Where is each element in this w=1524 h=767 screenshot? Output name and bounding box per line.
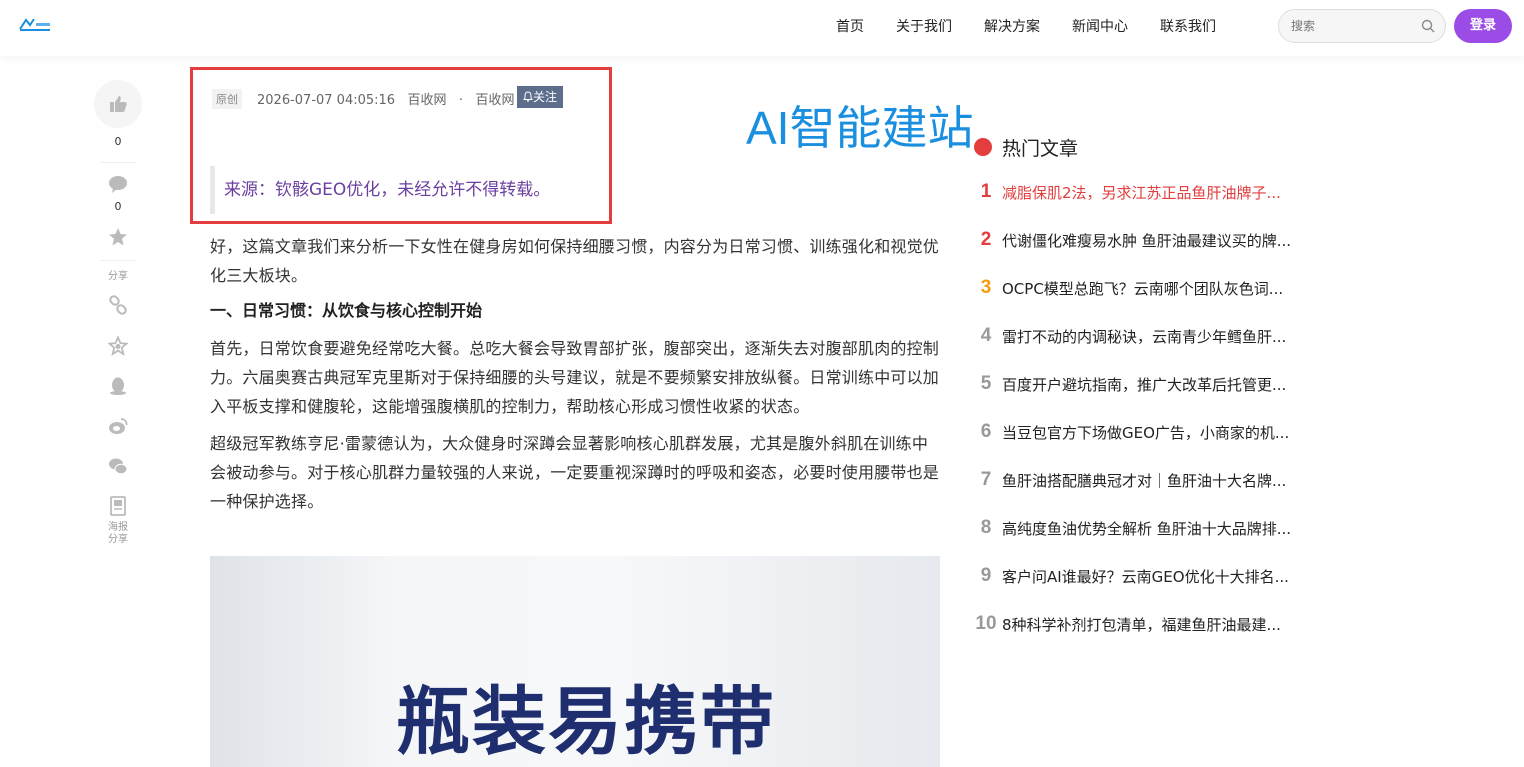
share-label: 分享 [108,271,128,282]
publish-datetime: 2026-07-07 04:05:16 [257,93,396,108]
link-icon[interactable] [108,295,128,315]
hot-item-title: 百度开户避坑指南，推广大改革后托管更... [1002,375,1287,394]
hot-item[interactable]: 3 OCPC模型总跑飞？云南哪个团队灰色词... [970,276,1340,300]
site-name[interactable]: 百收网 [475,93,514,108]
hot-articles-title: 热门文章 [1002,137,1079,160]
paragraph: 首先，日常饮食要避免经常吃大餐。总吃大餐会导致胃部扩张，腹部突出，逐渐失去对腹部… [210,339,940,416]
hot-item-title: 8种科学补剂打包清单，福建鱼肝油最建... [1002,615,1281,634]
hot-item-title: 鱼肝油搭配膳典冠才对｜鱼肝油十大名牌... [1002,471,1287,490]
section-heading: 一、日常习惯：从饮食与核心控制开始 [210,301,483,320]
search-input[interactable] [1291,17,1411,35]
nav-news[interactable]: 新闻中心 [1072,16,1128,36]
like-button[interactable] [94,80,142,128]
hot-item[interactable]: 4 雷打不动的内调秘诀，云南青少年鳕鱼肝... [970,324,1340,348]
hot-item-title: 当豆包官方下场做GEO广告，小商家的机... [1002,423,1290,442]
hot-item[interactable]: 9 客户问AI谁最好？云南GEO优化十大排名... [970,564,1340,588]
hot-item-title: 高纯度鱼油优势全解析 鱼肝油十大品牌排... [1002,519,1292,538]
image-caption-text: 瓶装易携带 [396,679,776,765]
hot-item-title: 减脂保肌2法，另求江苏正品鱼肝油牌子... [1002,183,1281,202]
original-tag: 原创 [212,89,242,109]
weibo-icon[interactable] [108,416,128,436]
qq-icon[interactable] [108,376,128,396]
hot-item[interactable]: 5 百度开户避坑指南，推广大改革后托管更... [970,372,1340,396]
rank-number: 4 [980,325,992,346]
search-box [1278,9,1446,43]
rank-number: 8 [980,517,992,538]
hot-item-title: 代谢僵化难瘦易水肿 鱼肝油最建议买的牌... [1002,231,1292,250]
poster-share-label-2: 分享 [108,534,128,545]
meta-separator: · [458,93,464,108]
poster-share-label-1: 海报 [108,522,128,533]
rank-number: 6 [980,421,992,442]
nav-about[interactable]: 关于我们 [896,16,952,36]
login-button[interactable]: 登录 [1454,9,1512,43]
article-body: 好，这篇文章我们来分析一下女性在健身房如何保持细腰习惯，内容分为日常习惯、训练强… [210,232,942,524]
rank-number: 10 [975,613,997,634]
rank-number: 1 [980,181,992,202]
comment-icon[interactable] [108,174,128,194]
hot-item[interactable]: 6 当豆包官方下场做GEO广告，小商家的机... [970,420,1340,444]
hot-item[interactable]: 7 鱼肝油搭配膳典冠才对｜鱼肝油十大名牌... [970,468,1340,492]
like-count: 0 [114,135,122,148]
hot-item[interactable]: 8 高纯度鱼油优势全解析 鱼肝油十大品牌排... [970,516,1340,540]
hot-item[interactable]: 1 减脂保肌2法，另求江苏正品鱼肝油牌子... [970,180,1340,204]
nav-contact[interactable]: 联系我们 [1160,16,1216,36]
rank-number: 7 [980,469,992,490]
bell-icon [523,91,533,102]
main-nav: 首页 关于我们 解决方案 新闻中心 联系我们 [836,0,1248,52]
hot-item-title: OCPC模型总跑飞？云南哪个团队灰色词... [1002,279,1284,298]
star-icon[interactable] [108,227,128,247]
thumbs-up-icon [110,96,127,112]
divider [100,162,136,163]
source-notice: 来源：钦骸GEO优化，未经允许不得转载。 [210,166,550,214]
site-logo-icon[interactable] [18,17,52,33]
author-name[interactable]: 百收网 [407,93,446,108]
rank-number: 5 [980,373,992,394]
rank-number: 9 [980,565,992,586]
article-meta: 2026-07-07 04:05:16 百收网 · 百收网 [257,89,514,108]
nav-solutions[interactable]: 解决方案 [984,16,1040,36]
hot-articles-header: 热门文章 [974,132,1078,162]
comment-count: 0 [114,200,122,213]
divider [100,260,136,261]
poster-icon[interactable] [108,496,128,516]
site-header: 首页 关于我们 解决方案 新闻中心 联系我们 登录 [0,0,1524,56]
rank-number: 2 [980,229,992,250]
paragraph: 好，这篇文章我们来分析一下女性在健身房如何保持细腰习惯，内容分为日常习惯、训练强… [210,237,940,285]
article-meta-highlight: 原创 2026-07-07 04:05:16 百收网 · 百收网 关注 来源：钦… [190,67,612,224]
follow-button[interactable]: 关注 [517,86,564,108]
hot-item-title: 客户问AI谁最好？云南GEO优化十大排名... [1002,567,1289,586]
hot-item[interactable]: 2 代谢僵化难瘦易水肿 鱼肝油最建议买的牌... [970,228,1340,252]
watermark-text: AI智能建站 [746,102,974,154]
article-image: 瓶装易携带 [210,556,940,767]
hot-item-title: 雷打不动的内调秘诀，云南青少年鳕鱼肝... [1002,327,1287,346]
paragraph: 超级冠军教练亨尼·雷蒙德认为，大众健身时深蹲会显著影响核心肌群发展，尤其是腹外斜… [210,434,940,511]
hot-item[interactable]: 10 8种科学补剂打包清单，福建鱼肝油最建... [970,612,1340,636]
wechat-icon[interactable] [108,456,128,476]
hot-dot-icon [974,138,992,156]
follow-label: 关注 [533,90,558,104]
search-icon[interactable] [1421,19,1435,33]
nav-home[interactable]: 首页 [836,16,864,36]
rank-number: 3 [980,277,992,298]
favorite-star-outline-icon[interactable] [108,336,128,356]
